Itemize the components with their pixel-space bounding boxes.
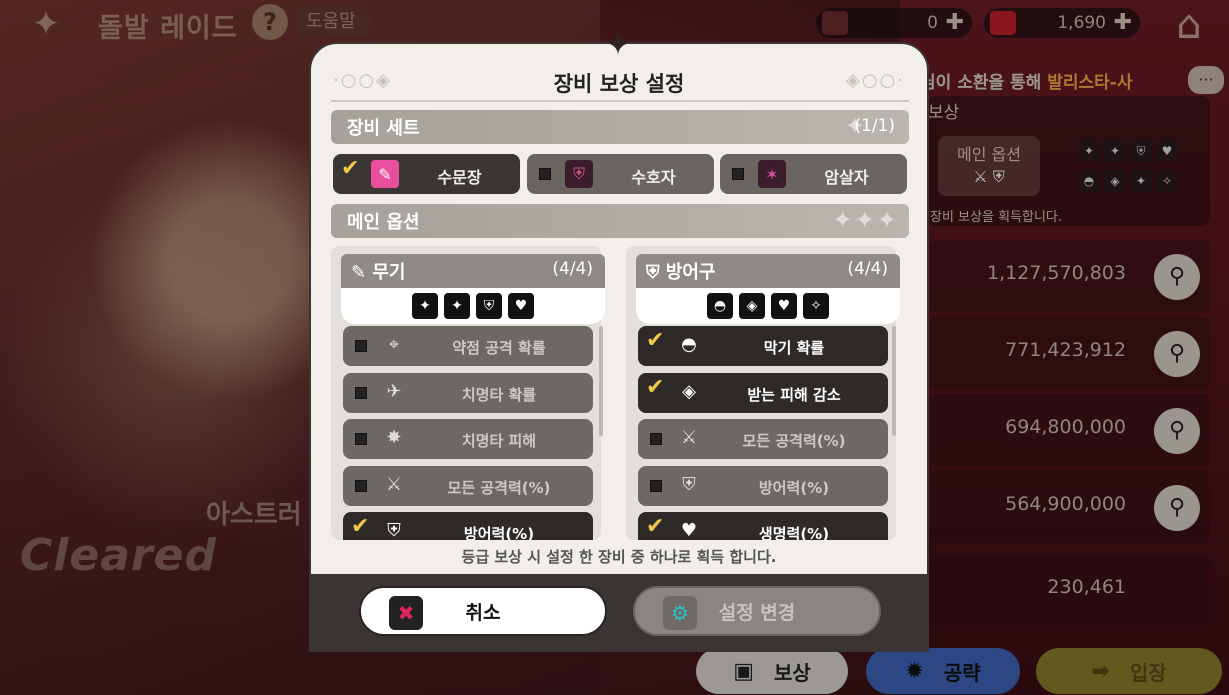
- weapon-header: ✎ 무기 (4/4): [341, 254, 605, 288]
- option-label: 생명력(%): [758, 525, 830, 540]
- weapon-label-text: 무기: [372, 262, 406, 283]
- shield-icon: ⛨: [476, 293, 502, 319]
- defense-percent-icon: ⛨: [682, 474, 696, 495]
- checkmark-icon: ✔: [646, 328, 665, 353]
- armor-selected-icons: ◓ ◈ ♥ ✧: [636, 288, 900, 324]
- apply-settings-label: 설정 변경: [718, 601, 796, 624]
- armor-option-defense-percent[interactable]: ⛨ 방어력(%): [638, 466, 888, 506]
- weapon-option-attack-percent[interactable]: ⚔ 모든 공격력(%): [343, 466, 593, 506]
- option-label: 모든 공격력(%): [742, 432, 846, 450]
- weapon-option-crit-damage[interactable]: ✸ 치명타 피해: [343, 419, 593, 459]
- checkbox-icon: [650, 480, 662, 492]
- equipment-reward-settings-modal: ·○○◈ 장비 보상 설정 ◈○○· 장비 세트 ✦ (1/1) ✔ ✎ 수문장…: [309, 42, 929, 652]
- option-label: 방어력(%): [758, 479, 830, 497]
- crit-chance-icon: ✈: [386, 381, 402, 402]
- modal-footer: ✖ 취소 ⚙ 설정 변경: [311, 574, 927, 650]
- armor-header: ⛨ 방어구 (4/4): [636, 254, 900, 288]
- option-label: 치명타 피해: [461, 432, 537, 450]
- set-option-gatekeeper[interactable]: ✔ ✎ 수문장: [333, 154, 520, 194]
- close-icon: ✖: [389, 596, 423, 630]
- defense-percent-icon: ⛨: [387, 520, 401, 540]
- gatekeeper-icon: ✎: [371, 160, 399, 188]
- set-option-label: 수호자: [631, 168, 676, 187]
- checkbox-icon: [355, 340, 367, 352]
- checkbox-icon: [650, 433, 662, 445]
- heart-icon: ♥: [508, 293, 534, 319]
- checkbox-icon: [355, 387, 367, 399]
- gear-icon: ⚙: [663, 596, 697, 630]
- modal-ornament-icon: ✦: [604, 25, 632, 63]
- reward-footnote: 등급 보상 시 설정 한 장비 중 하나로 획득 합니다.: [461, 548, 777, 566]
- weapon-label: ✎ 무기: [351, 262, 406, 283]
- weapon-option-crit-chance[interactable]: ✈ 치명타 확률: [343, 373, 593, 413]
- weapon-option-list: ⌖ 약점 공격 확률 ✈ 치명타 확률 ✸ 치명타 피해 ⚔ 모든 공격력(%)…: [343, 326, 593, 540]
- checkbox-icon: [732, 168, 744, 180]
- weapon-option-weakness-chance[interactable]: ⌖ 약점 공격 확률: [343, 326, 593, 366]
- block-icon: ◓: [681, 334, 697, 355]
- set-option-label: 수문장: [437, 168, 482, 187]
- equipment-set-header: 장비 세트 ✦ (1/1): [331, 110, 909, 144]
- weapon-option-column: ✎ 무기 (4/4) ✦ ✦ ⛨ ♥ ⌖ 약점 공격 확률 ✈ 치명타 확률 ✸: [331, 246, 605, 540]
- damage-reduction-icon: ◈: [739, 293, 765, 319]
- title-divider: [331, 100, 909, 102]
- hp-percent-icon: ♥: [771, 293, 797, 319]
- set-option-label: 암살자: [824, 168, 869, 187]
- set-option-guardian[interactable]: ⛨ 수호자: [527, 154, 714, 194]
- option-label: 받는 피해 감소: [747, 386, 841, 404]
- apply-settings-button[interactable]: ⚙ 설정 변경: [633, 586, 881, 636]
- option-label: 치명타 확률: [461, 386, 537, 404]
- option-label: 방어력(%): [463, 525, 535, 540]
- armor-label-text: 방어구: [665, 262, 716, 283]
- modal-title: 장비 보상 설정: [553, 72, 685, 96]
- equipment-set-count: (1/1): [854, 116, 895, 136]
- main-option-label: 메인 옵션: [347, 212, 420, 233]
- checkbox-icon: [355, 433, 367, 445]
- guardian-shield-icon: ⛨: [565, 160, 593, 188]
- crosshair-icon: ⌖: [388, 334, 400, 355]
- option-label: 막기 확률: [763, 339, 825, 357]
- cancel-button-label: 취소: [465, 601, 501, 624]
- defense-percent-icon: ✦: [412, 293, 438, 319]
- armor-label: ⛨ 방어구: [646, 262, 716, 283]
- weapon-option-defense-percent[interactable]: ✔ ⛨ 방어력(%): [343, 512, 593, 540]
- weapon-selected-icons: ✦ ✦ ⛨ ♥: [341, 288, 605, 324]
- armor-option-damage-reduction[interactable]: ✔ ◈ 받는 피해 감소: [638, 373, 888, 413]
- armor-option-attack-percent[interactable]: ⚔ 모든 공격력(%): [638, 419, 888, 459]
- checkmark-icon: ✔: [646, 375, 665, 400]
- armor-option-column: ⛨ 방어구 (4/4) ◓ ◈ ♥ ✧ ✔ ◓ 막기 확률 ✔ ◈ 받는 피해 …: [626, 246, 900, 540]
- title-decoration-right: ◈○○·: [846, 70, 905, 91]
- armor-option-hp-percent[interactable]: ✔ ♥ 생명력(%): [638, 512, 888, 540]
- set-option-assassin[interactable]: ✶ 암살자: [720, 154, 907, 194]
- effect-resist-icon: ✧: [803, 293, 829, 319]
- main-option-header: 메인 옵션 ✦✦✦: [331, 204, 909, 238]
- armor-count: (4/4): [847, 259, 888, 279]
- equipment-set-label: 장비 세트: [347, 118, 420, 139]
- attack-percent-icon: ⚔: [680, 427, 698, 448]
- weapon-list-scrollbar[interactable]: [599, 326, 603, 436]
- armor-option-list: ✔ ◓ 막기 확률 ✔ ◈ 받는 피해 감소 ⚔ 모든 공격력(%) ⛨ 방어력…: [638, 326, 888, 540]
- armor-option-block-chance[interactable]: ✔ ◓ 막기 확률: [638, 326, 888, 366]
- crit-damage-icon: ✸: [386, 427, 402, 448]
- checkmark-icon: ✔: [351, 514, 370, 539]
- option-label: 약점 공격 확률: [452, 339, 546, 357]
- weapon-count: (4/4): [552, 259, 593, 279]
- sparkle-icon: ✦✦✦: [832, 206, 899, 234]
- checkbox-icon: [355, 480, 367, 492]
- cancel-button[interactable]: ✖ 취소: [359, 586, 607, 636]
- hp-percent-icon: ♥: [680, 520, 698, 540]
- checkmark-icon: ✔: [341, 156, 360, 181]
- attack-percent-icon: ✦: [444, 293, 470, 319]
- checkbox-icon: [539, 168, 551, 180]
- attack-percent-icon: ⚔: [385, 474, 403, 495]
- armor-list-scrollbar[interactable]: [892, 326, 896, 436]
- checkmark-icon: ✔: [646, 514, 665, 539]
- damage-reduction-icon: ◈: [682, 381, 696, 402]
- block-icon: ◓: [707, 293, 733, 319]
- option-label: 모든 공격력(%): [447, 479, 551, 497]
- assassin-icon: ✶: [758, 160, 786, 188]
